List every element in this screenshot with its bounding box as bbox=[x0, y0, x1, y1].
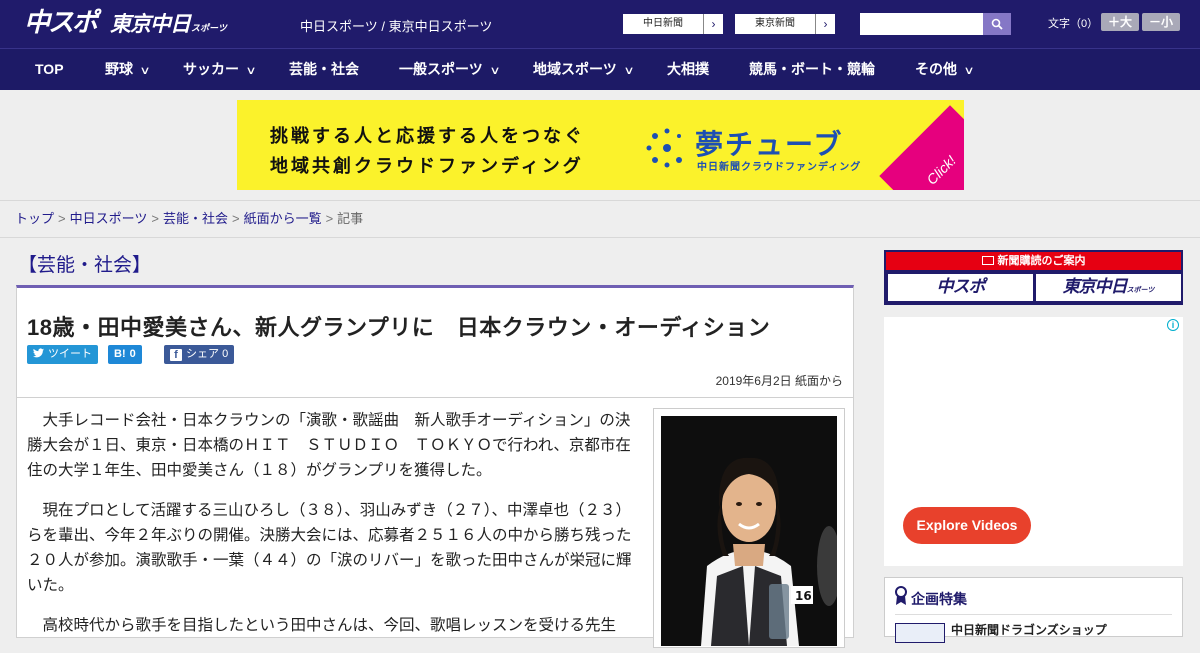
banner-line1: 挑戦する人と応援する人をつなぐ bbox=[270, 126, 585, 146]
breadcrumb-top[interactable]: トップ bbox=[15, 211, 54, 226]
article-category: 【芸能・社会】 bbox=[18, 255, 152, 276]
crowdfunding-banner[interactable]: 挑戦する人と応援する人をつなぐ 地域共創クラウドファンディング 夢チューブ 中日… bbox=[237, 100, 964, 190]
newspaper-icon bbox=[981, 256, 994, 265]
breadcrumb-separator: > bbox=[151, 211, 159, 226]
article-paragraph: 現在プロとして活躍する三山ひろし（３８）、羽山みずき（２７）、中澤卓也（２３）ら… bbox=[27, 502, 632, 594]
hatena-icon: B! bbox=[114, 348, 126, 360]
nav-item-other[interactable]: その他 ∨ bbox=[915, 49, 975, 90]
nav-label: 一般スポーツ bbox=[399, 61, 483, 77]
article-title: 18歳・田中愛美さん、新人グランプリに 日本クラウン・オーディション bbox=[27, 315, 771, 340]
chevron-down-icon: ∨ bbox=[963, 65, 975, 77]
nav-item-local-sports[interactable]: 地域スポーツ ∨ bbox=[533, 49, 635, 90]
singer-photo-illustration: 16 bbox=[661, 416, 837, 646]
article-paragraph: 高校時代から歌手を目指したという田中さんは、今回、歌唱レッスンを受ける先生 bbox=[42, 617, 617, 634]
nav-label: 地域スポーツ bbox=[533, 61, 617, 77]
banner-corner bbox=[879, 105, 964, 190]
font-larger-button[interactable]: ＋大 bbox=[1101, 13, 1139, 31]
tweet-label: ツイート bbox=[48, 348, 92, 360]
subscription-box: 新聞購読のご案内 中スポ 東京中日スポーツ bbox=[884, 250, 1183, 305]
nav-item-soccer[interactable]: サッカー ∨ bbox=[183, 49, 257, 90]
article-paragraph: 大手レコード会社・日本クラウンの「演歌・歌謡曲 新人歌手オーディション」の決勝大… bbox=[27, 412, 631, 479]
article-header: 18歳・田中愛美さん、新人グランプリに 日本クラウン・オーディション ツイート … bbox=[16, 285, 854, 398]
nav-label: TOP bbox=[35, 61, 64, 77]
nav-item-entertainment[interactable]: 芸能・社会 bbox=[289, 49, 359, 90]
subscribe-chuspo-button[interactable]: 中スポ bbox=[888, 274, 1033, 301]
nav-label: 大相撲 bbox=[667, 61, 709, 77]
facebook-icon: f bbox=[170, 349, 182, 361]
search-input[interactable] bbox=[860, 13, 983, 35]
breadcrumb: トップ > 中日スポーツ > 芸能・社会 > 紙面から一覧 > 記事 bbox=[0, 200, 1200, 238]
tokyo-logo-text: 東京中日 bbox=[110, 12, 191, 36]
breadcrumb-separator: > bbox=[231, 211, 240, 226]
nav-item-top[interactable]: TOP bbox=[35, 49, 64, 90]
site-header: 中スポ 東京中日スポーツ 中日スポーツ / 東京中日スポーツ 中日新聞 › 東京新… bbox=[0, 0, 1200, 48]
chevron-down-icon: ∨ bbox=[245, 65, 257, 77]
breadcrumb-current: 記事 bbox=[337, 211, 364, 226]
advertisement[interactable]: i Explore Videos bbox=[884, 317, 1183, 566]
search-icon bbox=[991, 18, 1003, 30]
font-size-label: 文字（0） bbox=[1048, 18, 1099, 30]
nav-label: 野球 bbox=[105, 61, 133, 77]
breadcrumb-entertainment[interactable]: 芸能・社会 bbox=[163, 211, 228, 226]
twitter-bird-icon bbox=[33, 348, 44, 358]
main-nav: TOP 野球 ∨ サッカー ∨ 芸能・社会 一般スポーツ ∨ 地域スポーツ ∨ 大相撲 … bbox=[0, 48, 1200, 90]
explore-videos-button[interactable]: Explore Videos bbox=[903, 507, 1031, 544]
sub-tokyo-small: スポーツ bbox=[1126, 286, 1155, 294]
hatena-count: 0 bbox=[129, 348, 136, 360]
hatena-bookmark-button[interactable]: B! 0 bbox=[108, 345, 142, 364]
breadcrumb-separator: > bbox=[58, 211, 66, 226]
chevron-down-icon: ∨ bbox=[139, 65, 151, 77]
nav-item-baseball[interactable]: 野球 ∨ bbox=[105, 49, 151, 90]
tokyo-shimbun-label: 東京新聞 bbox=[755, 18, 795, 29]
site-names: 中日スポーツ / 東京中日スポーツ bbox=[300, 19, 493, 34]
nav-item-general-sports[interactable]: 一般スポーツ ∨ bbox=[399, 49, 501, 90]
chevron-down-icon: ∨ bbox=[489, 65, 501, 77]
tweet-button[interactable]: ツイート bbox=[27, 345, 98, 364]
facebook-label: シェア bbox=[186, 348, 219, 360]
chunichi-shimbun-link[interactable]: 中日新聞 › bbox=[622, 13, 724, 35]
article-photo[interactable]: 16 bbox=[653, 408, 845, 648]
photo-image: 16 bbox=[661, 416, 837, 646]
dream-tube-logo-icon bbox=[646, 128, 682, 168]
subscription-heading-text: 新聞購読のご案内 bbox=[997, 255, 1086, 267]
banner-brand-sub: 中日新聞クラウドファンディング bbox=[697, 162, 862, 173]
chevron-right-icon: › bbox=[815, 14, 835, 34]
tokyo-shimbun-link[interactable]: 東京新聞 › bbox=[734, 13, 836, 35]
tokyo-logo-small: スポーツ bbox=[191, 24, 227, 34]
nav-label: 芸能・社会 bbox=[289, 61, 359, 77]
ribbon-icon bbox=[895, 586, 907, 606]
article-text: 大手レコード会社・日本クラウンの「演歌・歌謡曲 新人歌手オーディション」の決勝大… bbox=[27, 408, 637, 653]
ad-info-icon[interactable]: i bbox=[1167, 319, 1179, 331]
feature-item[interactable]: 中日新聞ドラゴンズショップ bbox=[895, 614, 1172, 644]
nav-label: その他 bbox=[915, 61, 957, 77]
tokyo-chunichi-logo[interactable]: 東京中日スポーツ bbox=[110, 10, 227, 38]
facebook-count: 0 bbox=[222, 348, 229, 360]
article-date: 2019年6月2日 紙面から bbox=[715, 374, 843, 388]
feature-thumbnail bbox=[895, 623, 945, 643]
chevron-down-icon: ∨ bbox=[623, 65, 635, 77]
banner-brand: 夢チューブ bbox=[695, 129, 844, 160]
chevron-right-icon: › bbox=[703, 14, 723, 34]
article-body: 大手レコード会社・日本クラウンの「演歌・歌謡曲 新人歌手オーディション」の決勝大… bbox=[16, 398, 854, 648]
font-smaller-button[interactable]: －小 bbox=[1142, 13, 1180, 31]
subscription-heading: 新聞購読のご案内 bbox=[886, 252, 1181, 270]
breadcrumb-separator: > bbox=[325, 211, 334, 226]
chuspo-logo[interactable]: 中スポ bbox=[24, 8, 98, 38]
nav-item-racing[interactable]: 競馬・ボート・競輪 bbox=[749, 49, 875, 90]
facebook-share-button[interactable]: f シェア 0 bbox=[164, 345, 235, 364]
sub-tokyo-label: 東京中日 bbox=[1062, 277, 1128, 297]
breadcrumb-paper-list[interactable]: 紙面から一覧 bbox=[244, 211, 322, 226]
nav-item-sumo[interactable]: 大相撲 bbox=[667, 49, 709, 90]
chunichi-shimbun-label: 中日新聞 bbox=[643, 18, 683, 29]
search-button[interactable] bbox=[983, 13, 1011, 35]
banner-line2: 地域共創クラウドファンディング bbox=[270, 156, 584, 176]
breadcrumb-chunichi-sports[interactable]: 中日スポーツ bbox=[70, 211, 148, 226]
photo-number-badge: 16 bbox=[795, 589, 812, 603]
subscribe-tokyo-chunichi-button[interactable]: 東京中日スポーツ bbox=[1036, 274, 1181, 301]
feature-box: 企画特集 中日新聞ドラゴンズショップ bbox=[884, 577, 1183, 643]
feature-title: 企画特集 bbox=[911, 591, 967, 607]
nav-label: 競馬・ボート・競輪 bbox=[749, 61, 875, 77]
nav-label: サッカー bbox=[183, 61, 239, 77]
